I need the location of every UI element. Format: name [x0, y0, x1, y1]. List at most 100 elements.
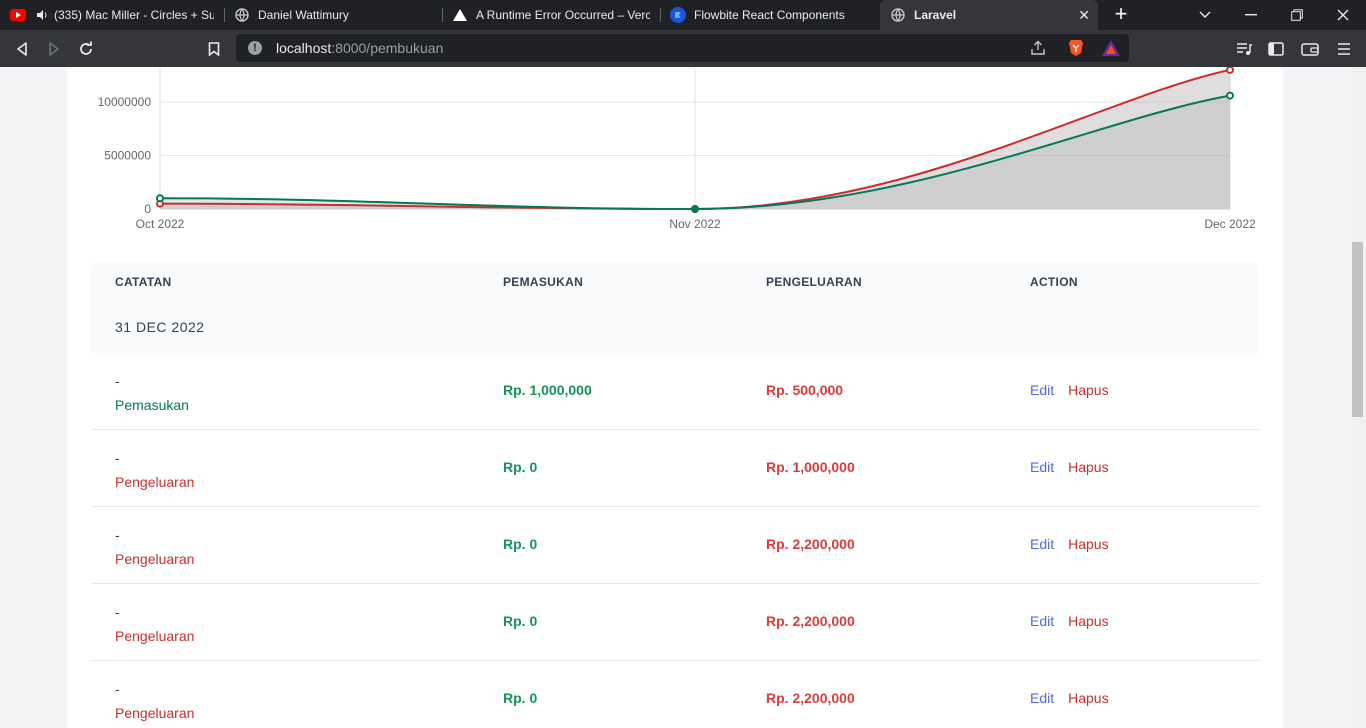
expense-value: Rp. 500,000 [766, 382, 844, 398]
tab-laravel[interactable]: Laravel ✕ [880, 0, 1098, 30]
table-row: - Pengeluaran Rp. 0 Rp. 2,200,000 Edit Ha… [91, 661, 1259, 728]
note-text: - [115, 373, 120, 389]
expense-value: Rp. 1,000,000 [766, 459, 855, 475]
back-icon[interactable] [11, 38, 33, 60]
brave-shields-icon[interactable] [1068, 39, 1084, 62]
edit-link[interactable]: Edit [1030, 382, 1054, 398]
column-header-note: CATATAN [115, 275, 172, 289]
action-cell: Edit Hapus [1030, 613, 1109, 629]
flowbite-icon [670, 7, 686, 23]
action-cell: Edit Hapus [1030, 690, 1109, 706]
tab-title: A Runtime Error Occurred – Vercel [476, 8, 650, 22]
delete-link[interactable]: Hapus [1068, 382, 1108, 398]
income-value: Rp. 1,000,000 [503, 382, 592, 398]
page-scrollbar[interactable] [1351, 67, 1366, 728]
tab-flowbite[interactable]: Flowbite React Components [660, 0, 878, 30]
note-text: - [115, 527, 120, 543]
forward-icon[interactable] [43, 38, 65, 60]
x-tick-label: Dec 2022 [1204, 217, 1256, 231]
action-cell: Edit Hapus [1030, 459, 1109, 475]
type-label: Pengeluaran [115, 474, 195, 490]
edit-link[interactable]: Edit [1030, 459, 1054, 475]
menu-icon[interactable] [1333, 38, 1355, 60]
tab-title: Laravel [914, 8, 957, 22]
note-cell: - Pemasukan [115, 369, 189, 417]
x-tick-label: Nov 2022 [669, 217, 721, 231]
expense-value: Rp. 2,200,000 [766, 613, 855, 629]
data-point [1226, 67, 1234, 74]
type-label: Pemasukan [115, 397, 189, 413]
type-label: Pengeluaran [115, 705, 195, 721]
tab-search-icon[interactable] [1182, 0, 1228, 30]
transactions-table: CATATAN PEMASUKAN PENGELUARAN ACTION 31 … [91, 262, 1259, 728]
edit-link[interactable]: Edit [1030, 613, 1054, 629]
url-text: localhost:8000/pembukuan [276, 40, 444, 56]
content-card: 0 5000000 10000000 Oct 2022 Nov 2022 Dec 2022… [67, 67, 1283, 728]
minimize-icon[interactable] [1228, 0, 1274, 30]
tab-daniel[interactable]: Daniel Wattimury [224, 0, 442, 30]
delete-link[interactable]: Hapus [1068, 613, 1108, 629]
y-tick-label: 0 [144, 202, 151, 216]
new-tab-button[interactable]: + [1110, 3, 1132, 25]
tab-strip: (335) Mac Miller - Circles + Sur Daniel … [0, 0, 1366, 30]
column-header-expense: PENGELUARAN [766, 275, 862, 289]
y-tick-label: 5000000 [104, 149, 151, 163]
note-cell: - Pengeluaran [115, 600, 194, 648]
scrollbar-thumb[interactable] [1352, 242, 1363, 417]
column-header-income: PEMASUKAN [503, 275, 584, 289]
sidebar-icon[interactable] [1265, 38, 1287, 60]
delete-link[interactable]: Hapus [1068, 536, 1108, 552]
audio-playing-icon[interactable] [34, 7, 50, 23]
brave-rewards-icon[interactable] [1102, 40, 1120, 61]
edit-link[interactable]: Edit [1030, 690, 1054, 706]
site-info-icon[interactable]: ! [248, 41, 262, 55]
restore-icon[interactable] [1274, 0, 1320, 30]
note-cell: - Pengeluaran [115, 446, 194, 494]
finance-chart: 0 5000000 10000000 Oct 2022 Nov 2022 Dec 2022 [98, 67, 1256, 231]
tab-title: Daniel Wattimury [258, 8, 349, 22]
tab-vercel[interactable]: A Runtime Error Occurred – Vercel [442, 0, 660, 30]
edit-link[interactable]: Edit [1030, 536, 1054, 552]
income-value: Rp. 0 [503, 459, 538, 475]
data-point [1226, 91, 1234, 100]
wallet-icon[interactable] [1299, 38, 1321, 60]
globe-icon [890, 7, 906, 23]
close-icon[interactable]: ✕ [1078, 7, 1090, 24]
media-queue-icon[interactable] [1233, 38, 1255, 60]
y-tick-label: 10000000 [98, 95, 152, 109]
column-header-action: ACTION [1030, 275, 1078, 289]
globe-icon [234, 7, 250, 23]
expense-value: Rp. 2,200,000 [766, 536, 855, 552]
action-cell: Edit Hapus [1030, 536, 1109, 552]
tab-title: Flowbite React Components [694, 8, 845, 22]
tab-youtube[interactable]: (335) Mac Miller - Circles + Sur [0, 0, 224, 30]
note-text: - [115, 681, 120, 697]
group-date: 31 DEC 2022 [115, 319, 205, 335]
address-bar[interactable]: ! localhost:8000/pembukuan [236, 34, 1129, 62]
tab-title: (335) Mac Miller - Circles + Sur [54, 8, 214, 22]
share-icon[interactable] [1030, 40, 1046, 61]
note-text: - [115, 604, 120, 620]
table-row: - Pengeluaran Rp. 0 Rp. 1,000,000 Edit Ha… [91, 430, 1259, 507]
table-row: - Pengeluaran Rp. 0 Rp. 2,200,000 Edit Ha… [91, 507, 1259, 584]
browser-toolbar: ! localhost:8000/pembukuan [0, 30, 1366, 67]
delete-link[interactable]: Hapus [1068, 459, 1108, 475]
x-tick-label: Oct 2022 [136, 217, 185, 231]
expense-value: Rp. 2,200,000 [766, 690, 855, 706]
table-header: CATATAN PEMASUKAN PENGELUARAN ACTION 31 … [91, 262, 1259, 353]
type-label: Pengeluaran [115, 551, 195, 567]
action-cell: Edit Hapus [1030, 382, 1109, 398]
income-value: Rp. 0 [503, 613, 538, 629]
type-label: Pengeluaran [115, 628, 195, 644]
vercel-icon [452, 7, 468, 23]
youtube-icon [10, 7, 26, 23]
delete-link[interactable]: Hapus [1068, 690, 1108, 706]
data-point [691, 205, 699, 213]
note-cell: - Pengeluaran [115, 523, 194, 571]
close-window-icon[interactable] [1320, 0, 1366, 30]
reload-icon[interactable] [75, 38, 97, 60]
income-value: Rp. 0 [503, 690, 538, 706]
note-text: - [115, 450, 120, 466]
note-cell: - Pengeluaran [115, 677, 194, 725]
bookmark-icon[interactable] [203, 38, 225, 60]
